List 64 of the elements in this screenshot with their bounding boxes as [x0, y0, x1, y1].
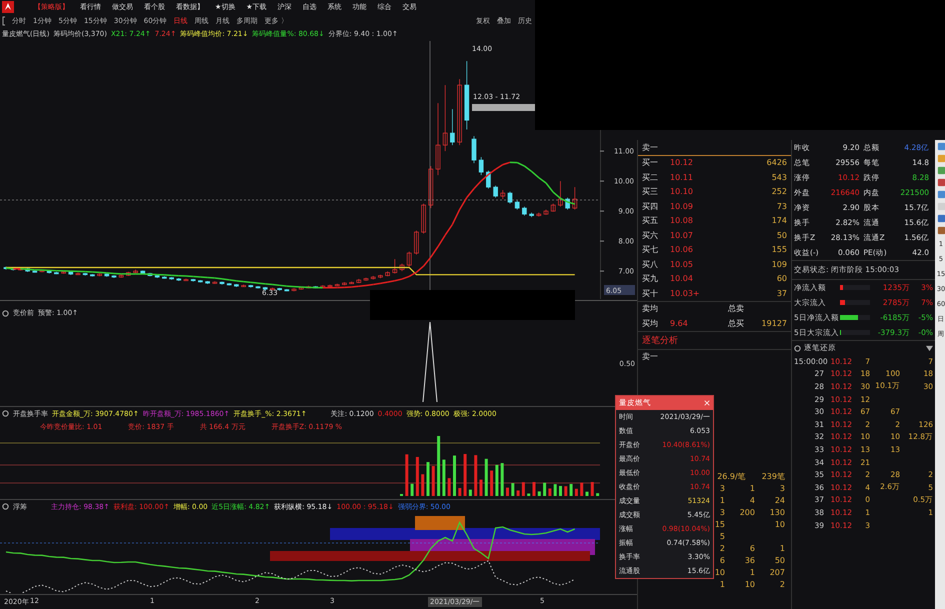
deal-count: 2 [720, 544, 725, 552]
sell-average-label: 卖均 [642, 303, 659, 314]
ask-label: 卖一 [642, 142, 658, 153]
bid-volume: 543 [770, 172, 787, 182]
deal-count: 1 [750, 568, 755, 576]
bid-price: 10.07 [670, 230, 694, 240]
bid-label: 买四 [642, 200, 659, 212]
deal-count: 2 [780, 580, 785, 588]
bid-volume: 37 [776, 288, 787, 298]
bid-volume: 6426 [766, 158, 787, 168]
deal-count: 200 [740, 508, 755, 516]
bid-label: 买二 [642, 172, 659, 183]
deal-count: 4 [750, 496, 755, 504]
bid-price: 10.10 [670, 187, 694, 196]
deal-count: 10 [744, 580, 755, 588]
deal-count: 1 [720, 496, 725, 504]
ask-label: 卖一 [642, 351, 658, 362]
bid-label: 买五 [642, 215, 659, 226]
bid-label: 买一 [642, 157, 659, 168]
bid-price: 10.06 [670, 245, 694, 254]
deal-count: 10 [774, 520, 785, 528]
deal-count: 15 [714, 520, 725, 528]
deal-count: 207 [770, 568, 785, 576]
deal-count: 1 [780, 544, 785, 552]
deal-count: 3 [720, 508, 725, 516]
total-buy-label: 总买 [728, 318, 745, 329]
bid-price: 10.08 [670, 216, 694, 226]
bid-price: 10.11 [670, 172, 694, 182]
bid-price: 10.03+ [670, 288, 701, 298]
deal-count: 130 [770, 508, 785, 516]
bid-label: 买八 [642, 258, 659, 270]
deal-count: 5 [720, 532, 725, 540]
deal-summary-text: 239笔 [762, 470, 785, 482]
deal-count: 50 [774, 556, 785, 564]
bid-price: 10.09 [670, 202, 694, 211]
total-sell-label: 总卖 [728, 303, 745, 314]
bid-label: 买九 [642, 273, 659, 284]
bid-volume: 50 [776, 230, 787, 240]
bid-volume: 155 [770, 245, 787, 254]
bid-volume: 252 [770, 187, 787, 196]
bid-label: 买十 [642, 288, 659, 299]
bid-price: 10.04 [670, 274, 694, 284]
deal-count: 1 [750, 484, 755, 492]
bid-price: 10.05 [670, 260, 694, 269]
deal-count: 6 [750, 544, 755, 552]
buy-average-value: 9.64 [670, 318, 689, 328]
bid-price: 10.12 [670, 158, 694, 168]
deal-count: 36 [744, 556, 755, 564]
buy-average-label: 买均 [642, 318, 659, 329]
deal-summary-text: 26.9/笔 [717, 470, 746, 482]
bid-label: 买七 [642, 244, 659, 256]
bid-volume: 109 [770, 260, 787, 269]
deal-count: 24 [774, 496, 785, 504]
bid-volume: 73 [776, 202, 787, 211]
deal-count: 3 [780, 484, 785, 492]
bid-volume: 174 [770, 216, 787, 226]
total-buy-value: 19127 [760, 318, 787, 328]
bid-label: 买三 [642, 186, 659, 198]
deal-count: 6 [720, 556, 725, 564]
bid-volume: 60 [776, 274, 787, 284]
deal-count: 1 [720, 580, 725, 588]
deal-count: 3 [720, 484, 725, 492]
deal-count: 10 [714, 568, 725, 576]
bid-label: 买六 [642, 230, 659, 241]
